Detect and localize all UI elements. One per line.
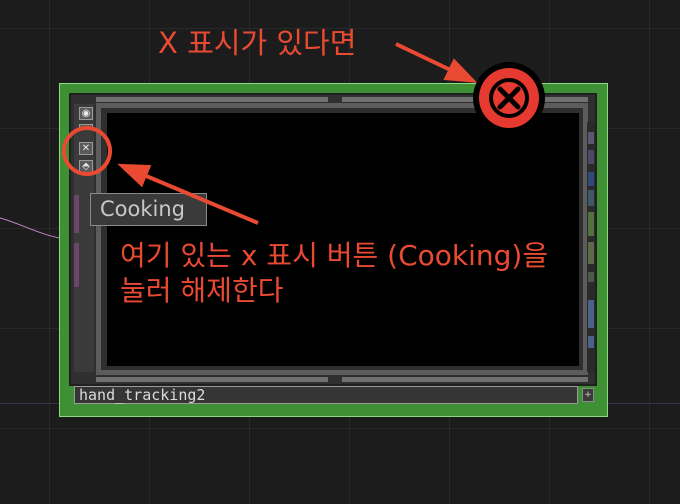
close-circle-icon: [473, 62, 545, 134]
arrow-to-status-icon: [395, 42, 478, 83]
annotation-overlay: [62, 42, 545, 225]
arrow-to-cooking-button: [117, 163, 259, 225]
highlight-circle: [62, 126, 112, 176]
